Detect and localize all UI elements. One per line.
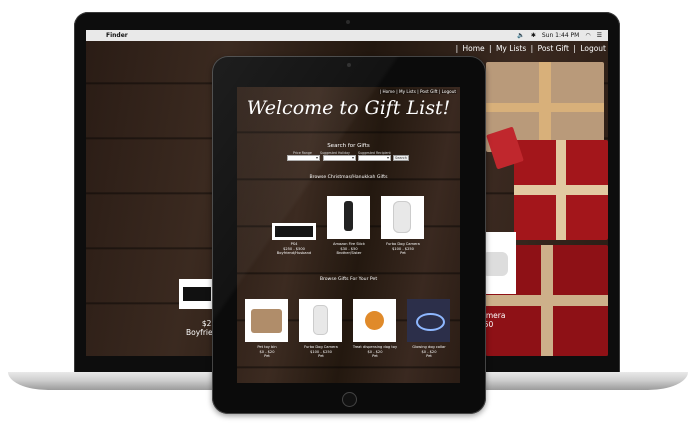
tablet-nav: | Home | My Lists | Post Gift | Logout <box>378 89 457 94</box>
nav-logout-link[interactable]: Logout <box>442 89 456 94</box>
nav-separator: | <box>417 89 419 94</box>
gift-box-image <box>514 140 608 240</box>
price-range-select[interactable] <box>287 155 320 161</box>
tablet-screen: | Home | My Lists | Post Gift | Logout W… <box>237 87 460 383</box>
ps4-image[interactable] <box>272 223 316 240</box>
menubar-status: 🔈 ✱ Sun 1:44 PM ◠ ☰ <box>517 30 602 41</box>
nav-home-link[interactable]: Home <box>382 89 394 94</box>
nav-separator: | <box>530 44 534 53</box>
wifi-icon[interactable]: ◠ <box>585 30 590 41</box>
pet-section-title: Browse Gifts For Your Pet <box>319 277 378 282</box>
holiday-select[interactable] <box>323 155 356 161</box>
pet-toy-bin-caption: Pet toy bin $0 - $20 Pet <box>237 345 297 359</box>
pet-toy-bin-image[interactable] <box>245 299 288 342</box>
nav-separator: | <box>455 44 459 53</box>
nav-logout-link[interactable]: Logout <box>580 44 606 53</box>
item-recipient: Boyfriend/Husband <box>276 251 312 256</box>
treat-toy-image[interactable] <box>353 299 396 342</box>
menu-list-icon[interactable]: ☰ <box>597 30 602 41</box>
nav-separator: | <box>396 89 398 94</box>
furbo-camera-image[interactable] <box>381 196 424 239</box>
nav-post-gift-link[interactable]: Post Gift <box>420 89 438 94</box>
page-title: Welcome to Gift List! <box>246 97 451 119</box>
bluetooth-icon[interactable]: ✱ <box>531 30 536 41</box>
search-button[interactable]: Search <box>393 155 409 161</box>
furbo-camera-image[interactable] <box>299 299 342 342</box>
laptop-nav: | Home | My Lists | Post Gift | Logout <box>454 44 606 53</box>
furbo-caption: Furbo Dog Camera $100 - $250 Pet <box>373 242 433 256</box>
nav-separator: | <box>379 89 382 94</box>
item-recipient: Pet <box>400 251 406 256</box>
search-title: Search for Gifts <box>327 143 370 149</box>
fire-stick-image[interactable] <box>327 196 370 239</box>
item-recipient: Pet <box>372 354 378 359</box>
macos-menubar: Finder 🔈 ✱ Sun 1:44 PM ◠ ☰ <box>86 30 608 41</box>
recipient-select[interactable] <box>358 155 391 161</box>
menubar-time[interactable]: Sun 1:44 PM <box>542 30 580 41</box>
tablet-camera <box>347 63 351 67</box>
glowing-collar-image[interactable] <box>407 299 450 342</box>
ps4-caption: PS4 $250 - $500 Boyfriend/Husband <box>264 242 324 256</box>
volume-icon[interactable]: 🔈 <box>517 30 524 41</box>
christmas-section-title: Browse Christmas/Hanukkah Gifts <box>309 175 388 180</box>
laptop-product-image[interactable] <box>179 279 215 309</box>
fire-stick-caption: Amazon Fire Stick $30 - $50 Brother/Sist… <box>319 242 379 256</box>
item-recipient: Pet <box>264 354 270 359</box>
nav-post-gift-link[interactable]: Post Gift <box>538 44 569 53</box>
nav-my-lists-link[interactable]: My Lists <box>399 89 416 94</box>
nav-separator: | <box>489 44 492 53</box>
nav-separator: | <box>573 44 576 53</box>
treat-toy-caption: Treat dispensing dog toy $0 - $20 Pet <box>345 345 405 359</box>
item-recipient: Brother/Sister <box>336 251 362 256</box>
nav-my-lists-link[interactable]: My Lists <box>496 44 526 53</box>
glowing-collar-caption: Glowing dog collar $0 - $20 Pet <box>399 345 459 359</box>
menubar-app-name[interactable]: Finder <box>106 30 128 41</box>
item-name: Treat dispensing dog toy <box>352 345 398 349</box>
laptop-camera <box>346 20 350 24</box>
item-recipient: Pet <box>426 354 432 359</box>
item-recipient: Pet <box>318 354 324 359</box>
tablet-home-button[interactable] <box>342 392 357 407</box>
furbo-caption: Furbo Dog Camera $100 - $250 Pet <box>291 345 351 359</box>
nav-separator: | <box>438 89 441 94</box>
nav-home-link[interactable]: Home <box>462 44 484 53</box>
